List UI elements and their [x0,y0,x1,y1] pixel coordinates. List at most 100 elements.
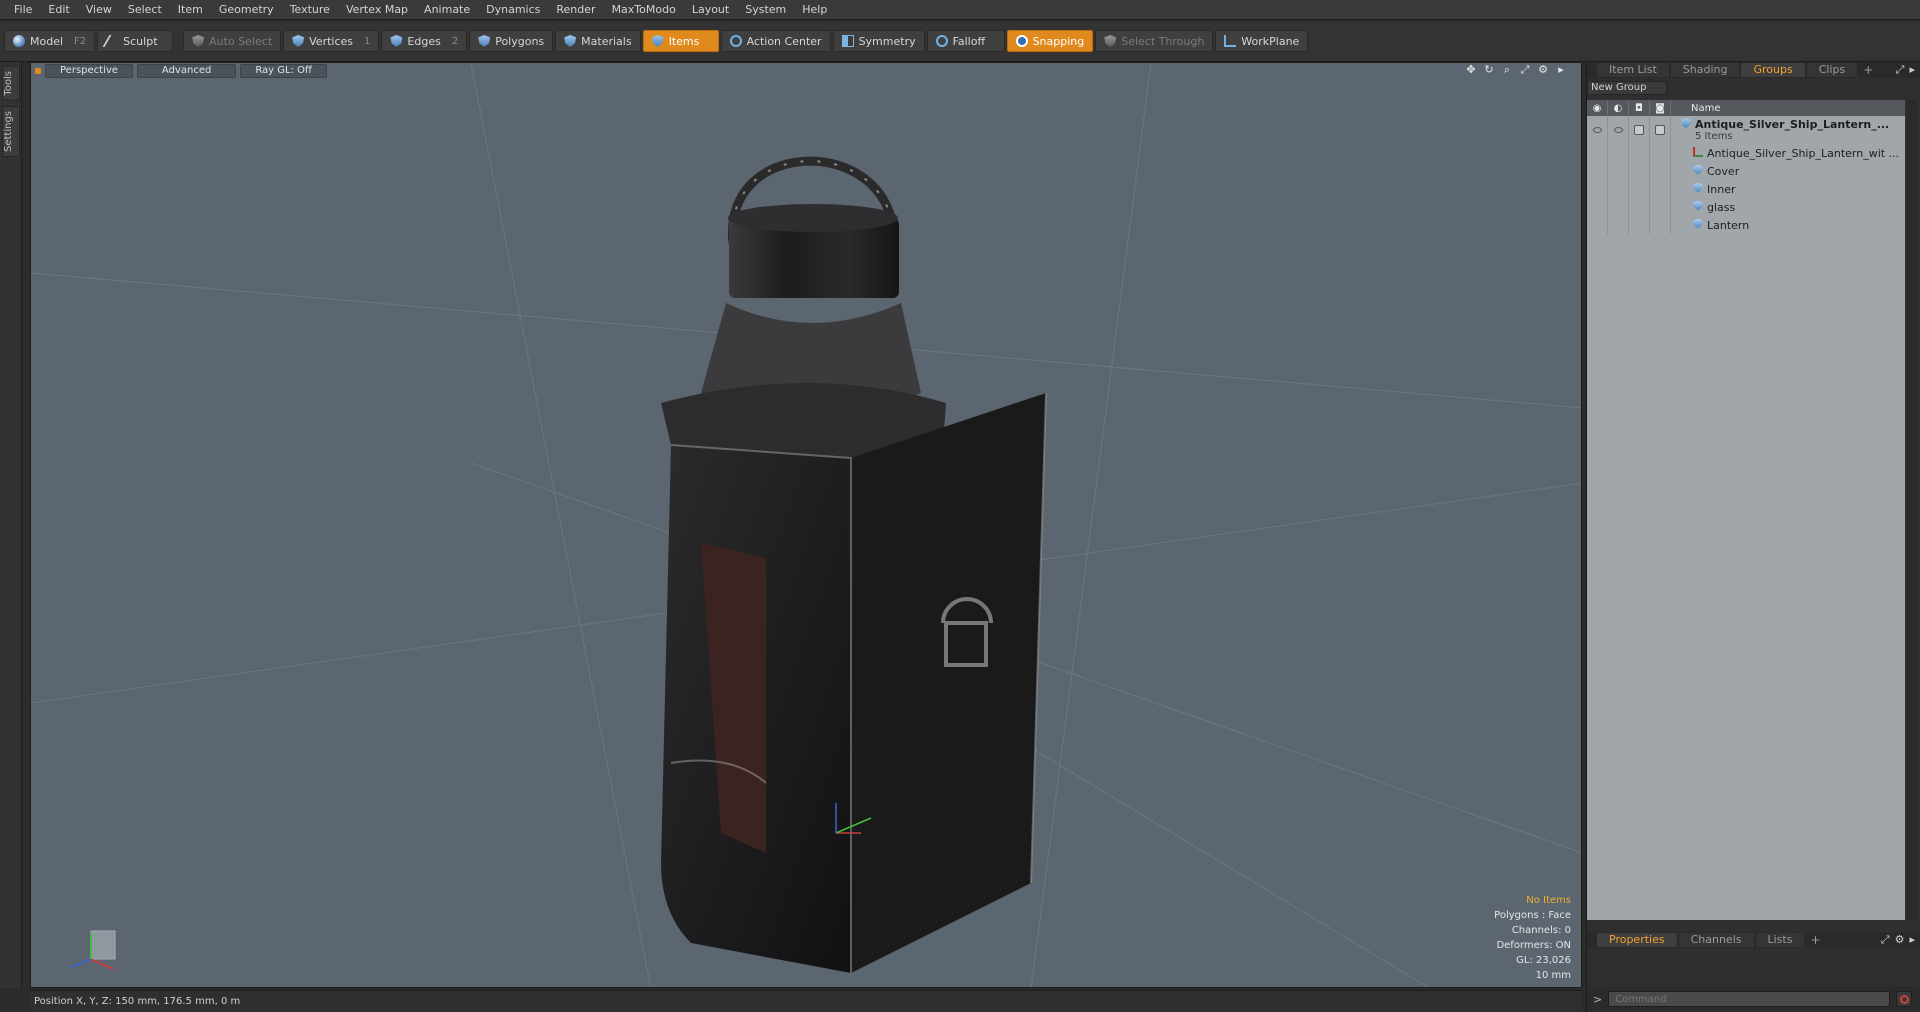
panel-menu-icon[interactable]: ▸ [1909,933,1915,947]
menu-file[interactable]: File [6,0,40,20]
tab-settings[interactable]: Settings [2,106,20,158]
polygons-icon [478,35,491,47]
lock-checkbox[interactable] [1634,125,1644,135]
3d-viewport[interactable]: Perspective Advanced Ray GL: Off ✥ ↻ ⌕ ⤢… [30,62,1582,988]
stats-polygons: Polygons : Face [1494,910,1571,921]
viewport-stats: No Items Polygons : Face Channels: 0 Def… [1494,893,1571,983]
table-row[interactable]: Inner [1587,180,1905,198]
table-row[interactable]: Antique_Silver_Ship_Lantern_wit ... [1587,144,1905,162]
perspective-button[interactable]: Perspective [45,64,133,78]
menu-view[interactable]: View [78,0,120,20]
workplane-button[interactable]: WorkPlane [1215,30,1309,52]
mesh-icon [1693,200,1703,211]
menu-vertex-map[interactable]: Vertex Map [338,0,416,20]
table-row[interactable]: Cover [1587,162,1905,180]
table-row-group[interactable]: Antique_Silver_Ship_Lantern_... 5 Items [1587,116,1905,144]
stats-unit: 10 mm [1535,970,1571,981]
action-center-icon [729,35,742,47]
falloff-button[interactable]: Falloff [926,30,1005,52]
select-through-button[interactable]: Select Through [1095,30,1214,52]
groups-scrollbar[interactable] [1907,100,1917,920]
menu-animate[interactable]: Animate [416,0,478,20]
axis-gizmo [70,930,116,970]
command-input[interactable] [1608,991,1891,1007]
list-item: Inner [1707,182,1736,196]
viewport-menu-dot[interactable] [35,68,41,74]
panel-menu-icon[interactable]: ▸ [1909,63,1915,77]
table-row[interactable]: glass [1587,198,1905,216]
left-tab-strip: Tools Settings [0,62,22,988]
auto-select-button[interactable]: Auto Select [183,30,282,52]
add-tab-icon[interactable]: + [1806,933,1824,947]
snapping-button[interactable]: Snapping [1006,30,1094,52]
render-eye-icon[interactable] [1613,127,1623,133]
position-readout: Position X, Y, Z: 150 mm, 176.5 mm, 0 m [34,996,241,1007]
menu-maxtomodo[interactable]: MaxToModo [604,0,684,20]
tab-clips[interactable]: Clips [1806,63,1858,77]
sculpt-button[interactable]: Sculpt [97,30,174,52]
mesh-icon [1693,164,1703,175]
menu-edit[interactable]: Edit [40,0,77,20]
visibility-column-icon[interactable]: ◉ [1587,100,1608,116]
advanced-button[interactable]: Advanced [136,64,237,78]
gear-icon[interactable]: ⚙ [1895,933,1905,947]
list-item: Lantern [1707,218,1750,232]
action-center-button[interactable]: Action Center [720,30,831,52]
group-icon [1681,118,1691,128]
menu-geometry[interactable]: Geometry [211,0,282,20]
record-macro-button[interactable] [1896,991,1913,1007]
expand-panel-icon[interactable]: ⤢ [1881,933,1890,947]
groups-table-header: ◉ ◐ ◘ ◙ Name [1587,100,1905,116]
vertices-button[interactable]: Vertices 1 [283,30,380,52]
edges-icon [390,35,403,47]
eye-icon[interactable] [1592,127,1602,133]
lock-column-icon[interactable]: ◘ [1629,100,1650,116]
polygons-button[interactable]: Polygons [469,30,554,52]
tab-properties[interactable]: Properties [1597,933,1677,947]
toolbar: Model F2 Sculpt Auto Select Vertices 1 E… [0,21,1920,62]
right-panel: Item List Shading Groups Clips + ⤢ ▸ New… [1586,62,1920,1012]
menu-render[interactable]: Render [548,0,603,20]
table-row[interactable]: Lantern [1587,216,1905,234]
edges-button[interactable]: Edges 2 [381,30,468,52]
add-tab-icon[interactable]: + [1859,63,1877,77]
menu-layout[interactable]: Layout [684,0,737,20]
list-item: Antique_Silver_Ship_Lantern_wit ... [1707,146,1900,160]
move-view-icon[interactable]: ✥ [1465,64,1477,76]
menu-dynamics[interactable]: Dynamics [478,0,548,20]
select-column-icon[interactable]: ◙ [1650,100,1671,116]
items-button[interactable]: Items [642,30,719,52]
stats-channels: Channels: 0 [1511,925,1571,936]
tab-groups[interactable]: Groups [1741,63,1805,77]
gear-icon[interactable]: ⚙ [1537,64,1549,76]
menu-system[interactable]: System [737,0,794,20]
tab-item-list[interactable]: Item List [1597,63,1669,77]
mesh-icon [1693,218,1703,229]
materials-button[interactable]: Materials [555,30,641,52]
tab-tools[interactable]: Tools [2,66,20,101]
tab-shading[interactable]: Shading [1670,63,1740,77]
status-bar: Position X, Y, Z: 150 mm, 176.5 mm, 0 m [30,990,1582,1012]
ray-gl-button[interactable]: Ray GL: Off [240,64,327,78]
menu-help[interactable]: Help [794,0,835,20]
symmetry-button[interactable]: Symmetry [832,30,925,52]
menu-texture[interactable]: Texture [282,0,338,20]
tab-channels[interactable]: Channels [1678,933,1754,947]
menu-item[interactable]: Item [170,0,211,20]
lantern-model [661,156,1047,973]
select-checkbox[interactable] [1655,125,1665,135]
mesh-icon [1693,182,1703,193]
expand-panel-icon[interactable]: ⤢ [1896,63,1905,77]
model-button[interactable]: Model F2 [4,30,96,52]
menu-select[interactable]: Select [120,0,170,20]
render-column-icon[interactable]: ◐ [1608,100,1629,116]
groups-table: ◉ ◐ ◘ ◙ Name Antique_Silver_Ship_Lantern… [1587,100,1905,920]
falloff-icon [935,35,948,47]
zoom-view-icon[interactable]: ⌕ [1501,64,1513,76]
rotate-view-icon[interactable]: ↻ [1483,64,1495,76]
maximize-view-icon[interactable]: ⤢ [1519,64,1531,76]
tab-lists[interactable]: Lists [1755,933,1805,947]
play-arrow-icon[interactable]: ▸ [1555,64,1567,76]
name-column-header[interactable]: Name [1671,103,1721,114]
new-group-button[interactable]: New Group [1587,81,1667,95]
